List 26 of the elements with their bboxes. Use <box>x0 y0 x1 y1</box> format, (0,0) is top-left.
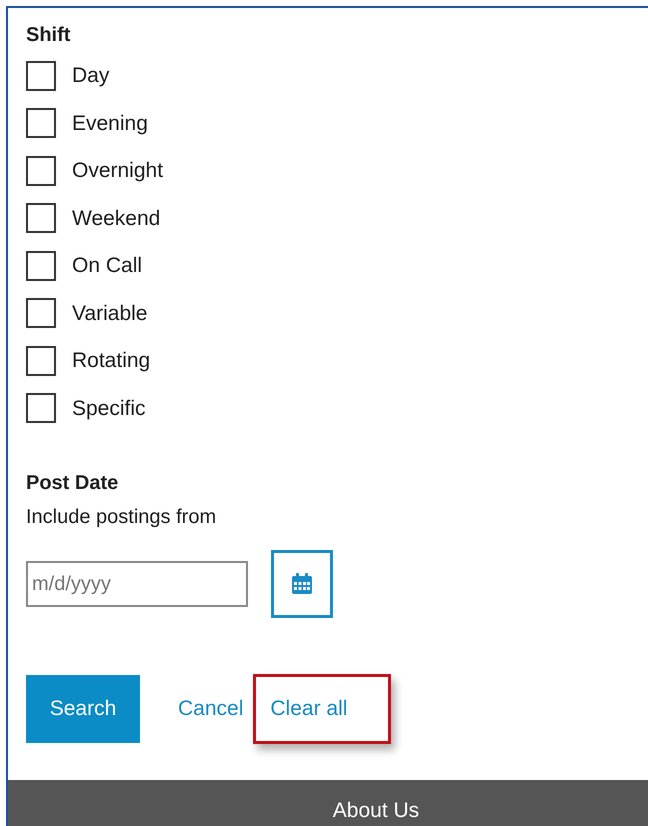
section-title: Shift <box>26 23 70 48</box>
checkbox-label: Specific <box>72 396 146 422</box>
checkbox-label: Variable <box>72 300 148 326</box>
checkbox-label: Rotating <box>72 348 150 374</box>
checkbox[interactable] <box>26 298 56 328</box>
checkbox[interactable] <box>26 60 56 91</box>
action-link[interactable]: Clear all <box>270 693 348 725</box>
section-title: Post Date <box>26 471 118 496</box>
checkbox[interactable] <box>26 393 56 424</box>
date-field[interactable]: m/d/yyyy <box>26 561 248 607</box>
checkbox[interactable] <box>26 203 56 234</box>
calendar-icon <box>290 572 314 596</box>
checkbox[interactable] <box>26 250 56 281</box>
checkbox[interactable] <box>26 108 56 138</box>
checkbox-label: Evening <box>72 110 148 136</box>
checkbox-label: On Call <box>72 253 142 279</box>
footer-link[interactable]: About Us <box>332 795 420 826</box>
hint-text: Include postings from <box>26 505 216 530</box>
checkbox[interactable] <box>26 346 56 376</box>
search-button[interactable]: Search <box>26 675 140 743</box>
checkbox-label: Weekend <box>72 206 160 232</box>
checkbox-label: Overnight <box>72 158 164 184</box>
action-link[interactable]: Cancel <box>178 693 244 725</box>
checkbox[interactable] <box>26 156 56 186</box>
calendar-button[interactable] <box>271 550 333 618</box>
checkbox-label: Day <box>72 63 110 89</box>
